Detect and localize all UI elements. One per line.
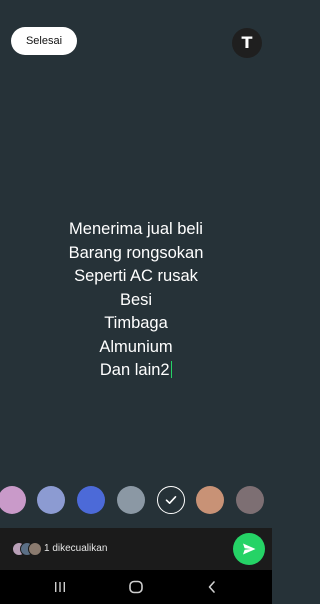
status-text-line: Almunium bbox=[99, 337, 173, 356]
recents-button[interactable] bbox=[40, 570, 80, 604]
recents-icon bbox=[55, 582, 65, 592]
status-text-line: Timbaga bbox=[104, 314, 168, 332]
color-swatch-mauve[interactable] bbox=[236, 486, 264, 514]
home-icon bbox=[129, 580, 143, 594]
excluded-contacts-label[interactable]: 1 dikecualikan bbox=[44, 540, 107, 558]
color-palette bbox=[0, 486, 272, 516]
color-swatch-pink[interactable] bbox=[0, 486, 26, 514]
done-button[interactable]: Selesai bbox=[11, 27, 77, 55]
status-text-line: Menerima jual beli bbox=[69, 220, 203, 238]
excluded-contacts-avatars[interactable] bbox=[12, 542, 42, 556]
color-swatch-tan[interactable] bbox=[196, 486, 224, 514]
text-cursor bbox=[170, 361, 173, 378]
status-text-line: Seperti AC rusak bbox=[74, 267, 198, 285]
color-swatch-blue[interactable] bbox=[77, 486, 105, 514]
status-text-line: Dan lain2 bbox=[99, 361, 170, 379]
bottom-bar: 1 dikecualikan bbox=[0, 528, 272, 570]
send-icon bbox=[243, 543, 256, 555]
send-button[interactable] bbox=[233, 533, 265, 565]
back-icon bbox=[208, 581, 215, 593]
color-swatch-lavender[interactable] bbox=[37, 486, 65, 514]
avatar bbox=[28, 542, 42, 556]
status-text-line: Besi bbox=[119, 290, 153, 309]
status-text-line: Barang rongsokan bbox=[68, 243, 204, 262]
home-button[interactable] bbox=[116, 570, 156, 604]
color-swatch-selected[interactable] bbox=[157, 486, 185, 514]
status-text[interactable]: Menerima jual beli Barang rongsokan Sepe… bbox=[0, 218, 272, 383]
text-tool-icon[interactable]: T bbox=[232, 28, 262, 58]
checkmark-icon bbox=[165, 496, 177, 504]
system-nav-bar bbox=[0, 570, 272, 604]
back-button[interactable] bbox=[192, 570, 232, 604]
status-text-line-last: Dan lain2 bbox=[0, 359, 272, 383]
color-swatch-slate[interactable] bbox=[117, 486, 145, 514]
